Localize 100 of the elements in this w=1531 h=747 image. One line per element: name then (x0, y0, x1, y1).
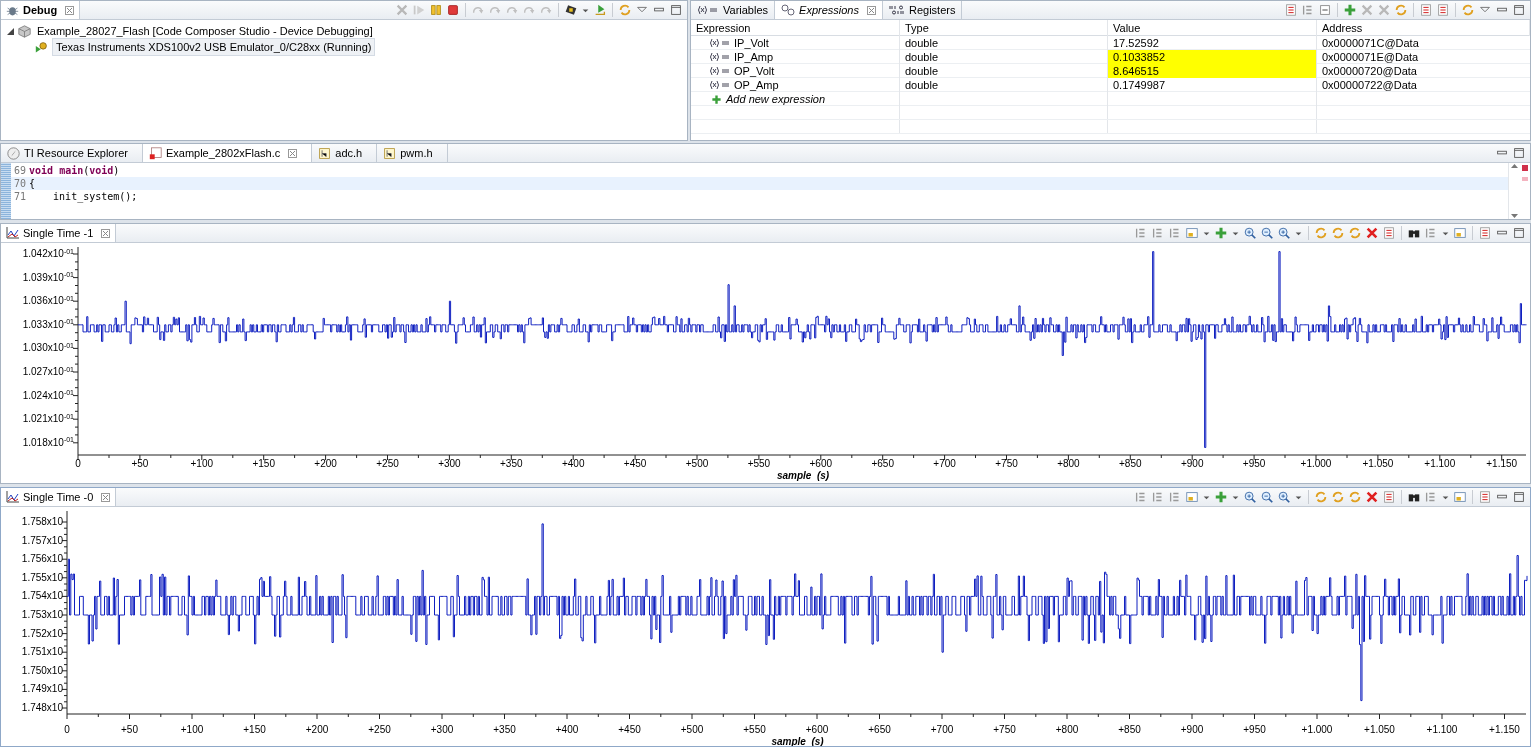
tab[interactable]: adc.h (312, 144, 378, 162)
chart-icon (6, 491, 19, 503)
refresh-icon[interactable] (1314, 226, 1328, 240)
zoom-in-icon[interactable] (1277, 226, 1291, 240)
list-icon[interactable] (1478, 226, 1492, 240)
maximize-icon[interactable] (1512, 146, 1526, 160)
table-cell-text: 0x0000071C@Data (1321, 36, 1420, 50)
refresh-icon[interactable] (1331, 490, 1345, 504)
list-icon[interactable] (1419, 3, 1433, 17)
column-header[interactable]: Expression (691, 20, 900, 36)
tree-item[interactable]: Texas Instruments XDS100v2 USB Emulator_0/C28xx (Running) (52, 37, 376, 57)
tab[interactable]: Registers (882, 1, 963, 19)
arrow-icon[interactable] (593, 3, 607, 17)
header-file-icon (383, 146, 397, 160)
remove-icon[interactable] (1365, 490, 1379, 504)
header-file-icon (318, 146, 332, 160)
column-header[interactable]: Type (900, 20, 1108, 36)
maximize-icon[interactable] (1512, 226, 1526, 240)
error-marker[interactable] (1522, 165, 1528, 171)
zoom-out-icon[interactable] (1260, 490, 1274, 504)
refresh-icon[interactable] (1314, 490, 1328, 504)
y-tick-label: 1.042x10$^{-01}$ (22, 248, 74, 260)
close-icon[interactable] (866, 5, 876, 15)
list-icon[interactable] (1436, 3, 1450, 17)
bars-icon[interactable] (1151, 226, 1165, 240)
close-icon[interactable] (65, 5, 75, 15)
warning-marker[interactable] (1522, 177, 1528, 181)
plus-icon[interactable] (711, 93, 722, 105)
x-tick-label: +300 (438, 458, 461, 470)
plus-icon[interactable] (1214, 226, 1228, 240)
remove-icon[interactable] (1365, 226, 1379, 240)
table-cell: 0.1033852 (1108, 50, 1317, 64)
tree-item[interactable]: Example_28027_Flash [Code Composer Studio - Device Debugging] (35, 23, 375, 40)
x-tick-label: +950 (1243, 724, 1266, 736)
pause-icon[interactable] (429, 3, 443, 17)
running-icon (35, 40, 48, 54)
collapse-icon[interactable] (1318, 3, 1332, 17)
column-header[interactable]: Value (1108, 20, 1317, 36)
x-tick-label: +200 (305, 724, 329, 736)
tab[interactable]: Expressions (775, 1, 883, 19)
list-icon[interactable] (1284, 3, 1298, 17)
bars-icon[interactable] (1168, 490, 1182, 504)
maximize-icon[interactable] (1512, 3, 1526, 17)
x-tick-label: +400 (561, 458, 585, 470)
refresh-icon[interactable] (1348, 490, 1362, 504)
bars-icon[interactable] (1301, 3, 1315, 17)
list-icon[interactable] (1478, 490, 1492, 504)
close-icon[interactable] (101, 492, 111, 502)
cross-icon[interactable] (1377, 3, 1391, 17)
refresh-icon[interactable] (1461, 3, 1475, 17)
column-header[interactable]: Address (1317, 20, 1530, 36)
list-icon[interactable] (1382, 226, 1396, 240)
x-tick-label: +350 (493, 724, 516, 736)
tab[interactable]: pwm.h (377, 144, 448, 162)
x-tick-label: +650 (871, 458, 894, 470)
cross-icon[interactable] (1360, 3, 1374, 17)
x-tick-label: 0 (64, 724, 70, 736)
x-tick-label: +1.000 (1301, 724, 1333, 736)
add-expression-link[interactable]: Add new expression (726, 92, 826, 106)
y-tick-label: 1.750x10 (21, 664, 63, 677)
refresh-icon[interactable] (1331, 226, 1345, 240)
variable-icon (697, 5, 719, 15)
bars-icon[interactable] (1168, 226, 1182, 240)
tab[interactable]: TI Resource Explorer (1, 144, 143, 162)
bars-icon[interactable] (1134, 490, 1148, 504)
zoom-in-icon[interactable] (1243, 226, 1257, 240)
close-icon[interactable] (101, 228, 111, 238)
refresh-icon[interactable] (1348, 226, 1362, 240)
list-icon[interactable] (1382, 490, 1396, 504)
expanded-icon[interactable] (7, 28, 14, 35)
cross-icon[interactable] (395, 3, 409, 17)
table-cell-text: 0x00000720@Data (1321, 64, 1418, 78)
plus-icon[interactable] (1343, 3, 1357, 17)
scroll-down-icon[interactable] (1511, 214, 1518, 218)
y-tick-label: 1.754x10 (21, 590, 63, 603)
x-tick-label: +900 (1180, 724, 1204, 736)
graph-tab[interactable]: Single Time -0 (1, 488, 117, 506)
maximize-icon[interactable] (669, 3, 683, 17)
bars-icon[interactable] (1134, 226, 1148, 240)
close-icon[interactable] (288, 148, 298, 158)
code-line: void main(void) (29, 164, 120, 177)
x-tick-label: +1.150 (1486, 458, 1518, 470)
tab[interactable]: Example_2802xFlash.c (142, 144, 313, 162)
x-tick-label: +500 (685, 458, 709, 470)
x-tick-label: +450 (623, 458, 647, 470)
zoom-in-icon[interactable] (1277, 490, 1291, 504)
refresh-icon[interactable] (1394, 3, 1408, 17)
zoom-in-icon[interactable] (1243, 490, 1257, 504)
bars-icon[interactable] (1151, 490, 1165, 504)
y-tick-label: 1.753x10 (21, 609, 63, 621)
maximize-icon[interactable] (1512, 490, 1526, 504)
graph-tab[interactable]: Single Time -1 (1, 224, 117, 242)
chip-icon[interactable] (564, 3, 578, 17)
stop-icon[interactable] (446, 3, 460, 17)
zoom-out-icon[interactable] (1260, 226, 1274, 240)
debug-tab[interactable]: Debug (1, 1, 81, 19)
refresh-icon[interactable] (618, 3, 632, 17)
y-tick-label: 1.756x10 (21, 553, 63, 566)
plus-icon[interactable] (1214, 490, 1228, 504)
x-tick-label: +650 (868, 724, 891, 736)
